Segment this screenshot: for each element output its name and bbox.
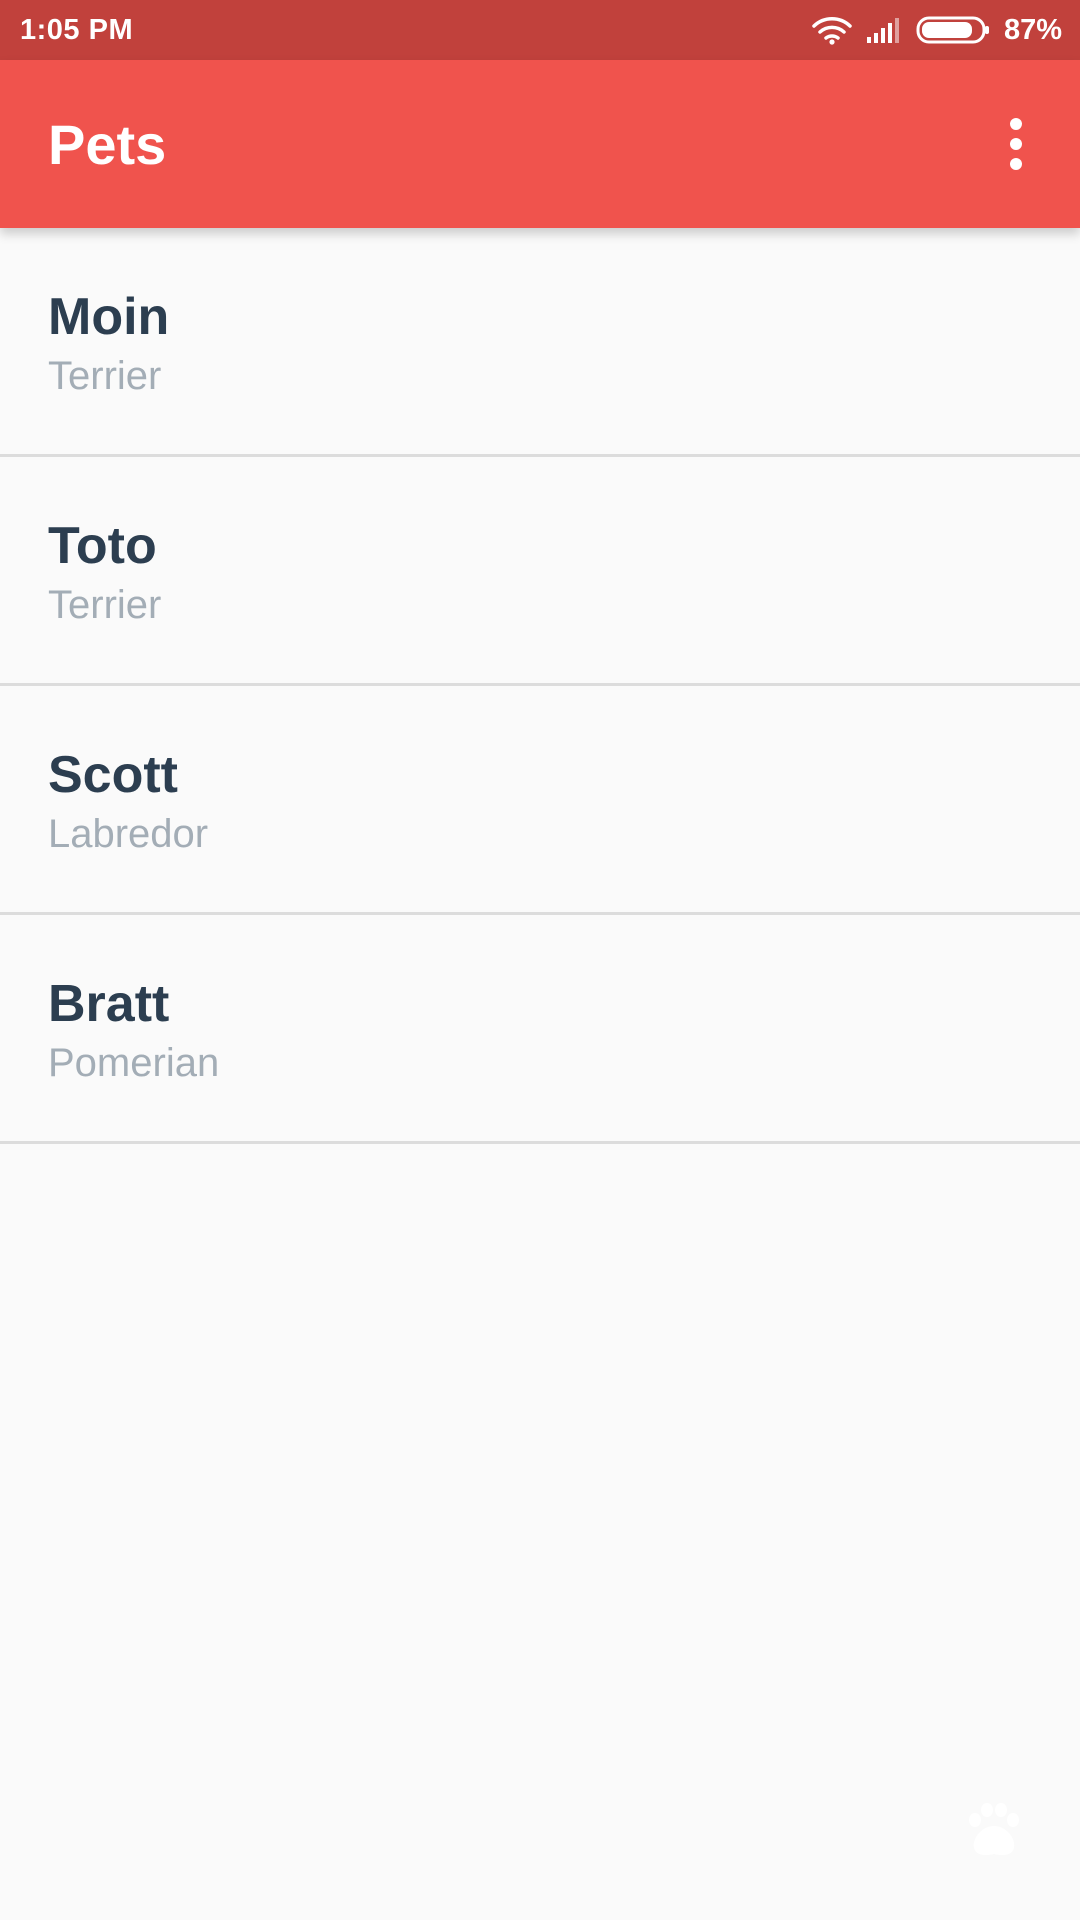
list-item[interactable]: Toto Terrier — [0, 457, 1080, 686]
list-item[interactable]: Bratt Pomerian — [0, 915, 1080, 1144]
pet-name: Moin — [48, 288, 170, 346]
battery-icon — [916, 15, 990, 45]
status-time: 1:05 PM — [20, 13, 134, 46]
pet-name: Scott — [48, 746, 178, 804]
pet-breed: Pomerian — [48, 1041, 220, 1085]
pet-list: Moin Terrier Toto Terrier Scott Labredor… — [0, 228, 1080, 1144]
status-bar: 1:05 PM 87% — [0, 0, 1080, 60]
page-title: Pets — [48, 112, 167, 176]
list-item[interactable]: Moin Terrier — [0, 228, 1080, 457]
pet-breed: Labredor — [48, 812, 209, 856]
overflow-menu-icon[interactable] — [996, 114, 1036, 174]
status-icons: 87% — [812, 14, 1062, 47]
paw-icon[interactable] — [962, 1798, 1026, 1862]
wifi-icon — [812, 15, 852, 45]
pet-name: Bratt — [48, 975, 170, 1033]
pet-breed: Terrier — [48, 583, 162, 627]
list-item[interactable]: Scott Labredor — [0, 686, 1080, 915]
pet-breed: Terrier — [48, 354, 162, 398]
pet-name: Toto — [48, 517, 157, 575]
signal-icon — [866, 17, 902, 43]
app-bar: Pets — [0, 60, 1080, 228]
battery-percent: 87% — [1003, 13, 1062, 46]
